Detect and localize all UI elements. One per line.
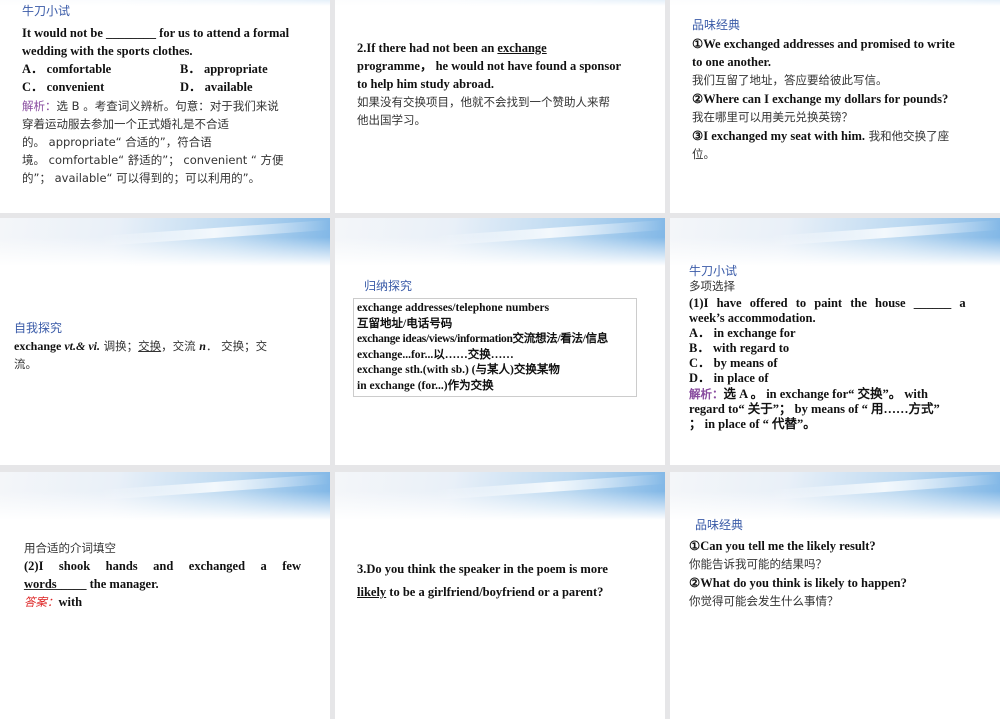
- phrase: 互留地址/电话号码: [357, 317, 453, 330]
- instruction: 用合适的介词填空: [24, 541, 116, 555]
- analysis-line: 的”； available“ 可以得到的；可以利用的”。: [22, 171, 261, 185]
- slide-heading: 归纳探究: [364, 279, 413, 293]
- example-line: ③I exchanged my seat with him.: [692, 129, 866, 143]
- analysis-line: 境。 comfortable“ 舒适的”； convenient “ 方便: [22, 153, 284, 167]
- phrase: exchange ideas/views/information交流想法/看法/…: [357, 333, 608, 345]
- example-line: ①Can you tell me the likely result?: [689, 539, 876, 553]
- sentence-text: 2.If there had not been an: [357, 41, 498, 55]
- slide-thumbnail-3[interactable]: 品味经典 ①We exchanged addresses and promise…: [670, 0, 1000, 213]
- translation: 如果没有交换项目，他就不会找到一个赞助人来帮: [357, 95, 610, 109]
- question-line: __________ the manager.: [24, 577, 159, 591]
- sentence-text: programme， he would not have found a spo…: [357, 59, 622, 73]
- answer-label: 答案：: [24, 595, 59, 609]
- slide-thumbnail-6[interactable]: 牛刀小试 多项选择 (1)I have offered to paint the…: [670, 218, 1000, 465]
- slide-banner: [0, 218, 330, 266]
- analysis-label: 解析：: [689, 387, 724, 401]
- example-translation: 你能告诉我可能的结果吗？: [689, 557, 827, 571]
- slide-thumbnail-2[interactable]: 2.If there had not been an exchange prog…: [335, 0, 665, 213]
- slide-thumbnail-1[interactable]: 牛刀小试 It would not be ________ for us to …: [0, 0, 330, 213]
- phrase-box: exchange addresses/telephone numbers 互留地…: [353, 298, 637, 397]
- slide-banner: [670, 218, 1000, 266]
- phrase: exchange addresses/telephone numbers: [357, 302, 550, 314]
- analysis-label: 解析：: [22, 99, 57, 113]
- slide-thumbnail-5[interactable]: 归纳探究 exchange addresses/telephone number…: [335, 218, 665, 465]
- example-translation: 我们互留了地址，答应要给彼此写信。: [692, 73, 888, 87]
- underlined-word: likely: [357, 585, 387, 599]
- answer: with: [58, 595, 83, 609]
- slide-thumbnail-8[interactable]: 3.Do you think the speaker in the poem i…: [335, 472, 665, 719]
- vocab-word: exchange: [14, 339, 65, 353]
- slide-banner: [670, 472, 1000, 520]
- slide-banner: [670, 0, 1000, 6]
- phrase: exchange sth.(with sb.) (与某人)交换某物: [357, 364, 560, 376]
- question-line: wedding with the sports clothes.: [22, 44, 193, 58]
- slide-thumbnail-7[interactable]: 用合适的介词填空 (2)I shook hands and exchanged …: [0, 472, 330, 719]
- meaning: 调换；: [99, 339, 139, 353]
- sentence-text: to help him study abroad.: [357, 77, 494, 91]
- slide-thumbnail-4[interactable]: 自我探究 exchange vt.& vi. 调换；交换，交流 n． 交换；交 …: [0, 218, 330, 465]
- part-of-speech: n: [199, 339, 206, 353]
- option-c: C． convenient: [22, 80, 105, 94]
- option-b: B． appropriate: [180, 62, 268, 76]
- analysis-line: 穿着运动服去参加一个正式婚礼是不合适: [22, 117, 229, 131]
- analysis-line: 的。 appropriate“ 合适的”，符合语: [22, 135, 212, 149]
- slide-heading: 牛刀小试: [22, 4, 71, 18]
- analysis-line: ； in place of “ 代替”。: [689, 417, 816, 431]
- example-line: ②Where can I exchange my dollars for pou…: [692, 92, 949, 106]
- slide-heading: 品味经典: [695, 518, 744, 532]
- example-line: ①We exchanged addresses and promised to …: [692, 37, 955, 51]
- slide-banner: [335, 472, 665, 520]
- underlined-word: exchange: [497, 41, 547, 55]
- analysis-line: 选 B 。考查词义辨析。句意：对于我们来说: [56, 99, 279, 113]
- example-line: to one another.: [692, 55, 772, 69]
- question-line: 3.Do you think the speaker in the poem i…: [357, 562, 608, 576]
- subheading: 多项选择: [689, 279, 735, 293]
- question-line: to be a girlfriend/boyfriend or a parent…: [386, 585, 604, 599]
- example-translation: 你觉得可能会发生什么事情？: [689, 594, 839, 608]
- slide-banner: [335, 218, 665, 266]
- phrase: exchange...for...以……交换……: [357, 348, 514, 361]
- example-translation: 我和他交换了座: [865, 129, 950, 143]
- example-translation: 位。: [692, 147, 715, 161]
- meaning: ． 交换；交: [205, 339, 268, 353]
- phrase: in exchange (for...)作为交换: [357, 379, 494, 392]
- translation: 他出国学习。: [357, 113, 426, 127]
- part-of-speech: vt.& vi.: [64, 339, 100, 353]
- slide-banner: [0, 472, 330, 520]
- slide-heading: 自我探究: [14, 321, 63, 335]
- example-line: ②What do you think is likely to happen?: [689, 576, 907, 590]
- option-a: A． comfortable: [22, 62, 112, 76]
- slide-thumbnail-9[interactable]: 品味经典 ①Can you tell me the likely result?…: [670, 472, 1000, 719]
- slide-heading: 品味经典: [692, 18, 741, 32]
- slide-banner: [335, 0, 665, 6]
- meaning: ，交流: [161, 339, 200, 353]
- example-translation: 我在哪里可以用美元兑换英镑？: [692, 110, 853, 124]
- question-line: It would not be ________ for us to atten…: [22, 26, 290, 40]
- meaning: 流。: [14, 357, 37, 371]
- meaning-underlined: 交换: [138, 339, 162, 353]
- analysis-line: 选 A 。 in exchange for“ 交换”。 with: [723, 387, 929, 401]
- option-d: D． available: [180, 80, 253, 94]
